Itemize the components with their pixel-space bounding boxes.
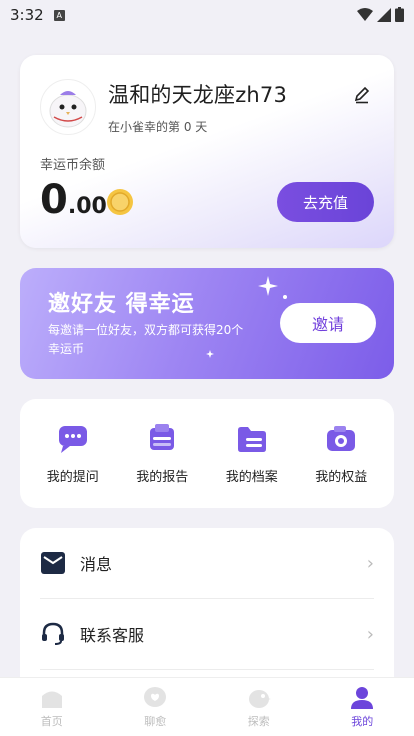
folder-icon xyxy=(237,427,266,452)
user-icon xyxy=(351,686,374,709)
headset-icon xyxy=(40,621,66,647)
profile-card: 温和的天龙座zh73 在小雀幸的第 0 天 幸运币余额 0 .00 去充值 xyxy=(20,55,394,248)
tab-label: 探索 xyxy=(247,714,270,728)
recharge-button[interactable]: 去充值 xyxy=(277,182,374,222)
menu-my-questions[interactable]: 我的提问 xyxy=(33,422,113,485)
mail-icon xyxy=(40,550,66,576)
bottom-tab-bar: 首页 聊愈 探索 我的 xyxy=(0,677,414,736)
menu-label: 我的档案 xyxy=(225,470,278,485)
chevron-right-icon: › xyxy=(366,552,374,574)
tab-label: 首页 xyxy=(40,714,63,728)
status-time: 3:32 xyxy=(10,6,44,24)
list-item-label: 联系客服 xyxy=(80,626,145,645)
sparkle-small-icon xyxy=(283,295,287,299)
menu-label: 我的报告 xyxy=(136,470,189,485)
list-item-messages[interactable]: 消息 › xyxy=(40,528,374,599)
tab-home[interactable]: 首页 xyxy=(12,686,92,729)
tab-explore[interactable]: 探索 xyxy=(219,686,299,729)
days-text: 在小雀幸的第 0 天 xyxy=(108,120,208,134)
camera-benefit-icon xyxy=(327,426,356,451)
tab-label: 我的 xyxy=(351,714,374,728)
avatar[interactable] xyxy=(40,79,96,135)
coin-icon xyxy=(107,189,133,215)
edit-pencil-icon[interactable] xyxy=(348,81,376,109)
notification-a-icon: A xyxy=(53,9,65,21)
menu-label: 我的权益 xyxy=(315,470,368,485)
invite-banner[interactable]: 邀好友 得幸运 每邀请一位好友，双方都可获得20个幸运币 邀请 xyxy=(20,268,394,379)
invite-title: 邀好友 得幸运 xyxy=(48,292,195,317)
chat-bubble-icon xyxy=(58,426,87,453)
sparkle-tiny-icon xyxy=(206,350,214,358)
tab-mine[interactable]: 我的 xyxy=(322,686,402,729)
tab-label: 聊愈 xyxy=(144,714,167,728)
invite-button[interactable]: 邀请 xyxy=(280,303,376,343)
menu-card: 我的提问 我的报告 我的档案 我的权益 xyxy=(20,399,394,508)
sparkle-icon xyxy=(258,276,278,296)
home-icon xyxy=(41,691,62,708)
battery-icon xyxy=(395,7,404,22)
chevron-right-icon: › xyxy=(366,623,374,645)
nickname: 温和的天龙座zh73 xyxy=(108,83,288,107)
list-item-label: 消息 xyxy=(80,555,113,574)
balance-int: 0 xyxy=(40,177,68,223)
status-icons xyxy=(357,7,404,22)
wifi-icon xyxy=(357,7,373,21)
report-stack-icon xyxy=(150,424,175,450)
menu-my-archive[interactable]: 我的档案 xyxy=(212,422,292,485)
bird-mascot-icon xyxy=(49,91,87,128)
status-bar: 3:32 A xyxy=(0,0,414,30)
menu-my-benefits[interactable]: 我的权益 xyxy=(301,422,381,485)
balance-value: 0 .00 xyxy=(40,177,107,223)
heart-bubble-icon xyxy=(144,686,167,707)
balance-dec: .00 xyxy=(67,194,107,219)
signal-icon xyxy=(377,7,391,22)
settings-list-card: 消息 › 联系客服 › xyxy=(20,528,394,698)
menu-label: 我的提问 xyxy=(46,470,99,485)
invite-desc: 每邀请一位好友，双方都可获得20个幸运币 xyxy=(48,323,244,356)
list-item-customer-service[interactable]: 联系客服 › xyxy=(40,599,374,670)
bird-explore-icon xyxy=(248,689,271,708)
balance-label: 幸运币余额 xyxy=(40,158,106,173)
menu-my-reports[interactable]: 我的报告 xyxy=(122,422,202,485)
tab-heal-chat[interactable]: 聊愈 xyxy=(115,686,195,729)
